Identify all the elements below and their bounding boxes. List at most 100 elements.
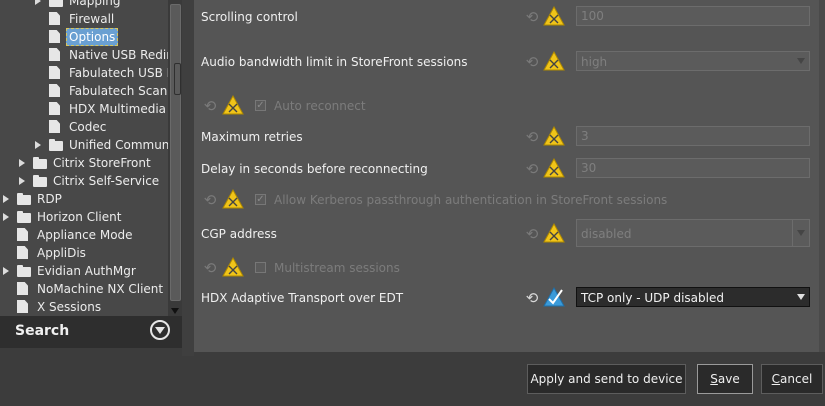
folder-icon	[17, 192, 31, 206]
expand-arrow-icon[interactable]	[35, 141, 41, 149]
tree-item-label: Citrix StoreFront	[53, 156, 151, 170]
reset-icon: ⟲	[203, 97, 217, 115]
tree-item-label: X Sessions	[37, 300, 102, 314]
tree-item[interactable]: Fabulatech USB R	[0, 64, 168, 82]
kerberos-checkbox[interactable]: ✓	[255, 194, 266, 205]
setting-multistream: ⟲ Multistream sessions	[194, 256, 825, 280]
auto-reconnect-label: Auto reconnect	[274, 99, 366, 113]
tree-item[interactable]: Citrix Self-Service	[0, 172, 168, 190]
folder-icon	[33, 174, 47, 188]
expand-arrow-icon[interactable]	[3, 213, 9, 221]
save-label: ave	[717, 372, 740, 386]
tree-item[interactable]: Citrix StoreFront	[0, 154, 168, 172]
tree-item[interactable]: Horizon Client	[0, 208, 168, 226]
warning-icon	[543, 126, 565, 146]
expand-arrow-icon[interactable]	[19, 159, 25, 167]
tree-item-label: Appliance Mode	[37, 228, 133, 242]
tree-item[interactable]: HDX Multimedia	[0, 100, 168, 118]
folder-icon	[33, 156, 47, 170]
page-icon	[17, 282, 28, 295]
search-bar[interactable]: Search	[0, 316, 182, 348]
tree-scrollbar[interactable]	[168, 0, 182, 316]
tree-item[interactable]: Native USB Redire	[0, 46, 168, 64]
warning-icon	[543, 158, 565, 178]
page-icon	[17, 246, 28, 259]
cancel-label: ancel	[780, 372, 813, 386]
tree-item[interactable]: X Sessions	[0, 298, 168, 316]
warning-icon	[543, 6, 565, 26]
multistream-checkbox[interactable]	[255, 262, 266, 273]
cancel-button[interactable]: Cancel	[761, 364, 823, 394]
audio-bandwidth-value: high	[581, 55, 608, 69]
settings-tree-panel: Mapping Firewall Options Native USB Redire F…	[0, 0, 182, 316]
tree-item-label: Horizon Client	[37, 210, 122, 224]
folder-icon	[49, 138, 63, 152]
save-button[interactable]: Save	[697, 364, 753, 394]
kerberos-label: Allow Kerberos passthrough authenticatio…	[274, 193, 668, 207]
tree-item-label: Native USB Redire	[69, 48, 168, 62]
page-icon	[49, 120, 60, 133]
page-icon	[49, 48, 60, 61]
cancel-mnemonic: C	[771, 372, 781, 386]
expand-arrow-icon[interactable]	[35, 0, 41, 5]
page-icon	[17, 228, 28, 241]
setting-kerberos-passthrough: ⟲ ✓ Allow Kerberos passthrough authentic…	[194, 188, 825, 212]
setting-audio-bandwidth: Audio bandwidth limit in StoreFront sess…	[194, 50, 825, 74]
tree-item-label: Mapping	[69, 0, 121, 8]
tree-item-label: Codec	[69, 120, 107, 134]
reset-icon[interactable]: ⟲	[524, 290, 540, 306]
tree-item-label: Options	[66, 28, 119, 46]
reconnect-delay-label: Delay in seconds before reconnecting	[201, 162, 428, 176]
tree-item[interactable]: NoMachine NX Client	[0, 280, 168, 298]
tree-item[interactable]: Unified Communi	[0, 136, 168, 154]
tree-item-label: Evidian AuthMgr	[37, 264, 136, 278]
max-retries-label: Maximum retries	[201, 130, 303, 144]
tree-item-label: AppliDis	[37, 246, 86, 260]
auto-reconnect-checkbox[interactable]: ✓	[255, 100, 266, 111]
tree-item[interactable]: Fabulatech Scann	[0, 82, 168, 100]
audio-bandwidth-select[interactable]: high	[576, 51, 810, 71]
tree-item-label: Firewall	[69, 12, 115, 26]
reset-icon: ⟲	[525, 128, 539, 146]
chevron-down-icon[interactable]	[150, 320, 170, 340]
page-icon	[49, 66, 60, 79]
scrolling-control-label: Scrolling control	[201, 10, 298, 24]
max-retries-input[interactable]: 3	[576, 126, 810, 146]
tree-item[interactable]: Firewall	[0, 10, 168, 28]
reconnect-delay-input[interactable]: 30	[576, 158, 810, 178]
tree-item[interactable]: AppliDis	[0, 244, 168, 262]
apply-and-send-button[interactable]: Apply and send to device	[527, 364, 686, 394]
reset-icon: ⟲	[203, 191, 217, 209]
hdx-transport-select[interactable]: TCP only - UDP disabled	[576, 287, 810, 307]
tree-item[interactable]: Evidian AuthMgr	[0, 262, 168, 280]
tree-item-label: RDP	[37, 192, 62, 206]
setting-scrolling-control: Scrolling control ⟲ 100	[194, 5, 825, 29]
multistream-label: Multistream sessions	[274, 261, 400, 275]
panel-divider[interactable]	[182, 0, 194, 356]
tree-item-label: Citrix Self-Service	[53, 174, 160, 188]
expand-arrow-icon[interactable]	[3, 267, 9, 275]
search-label: Search	[15, 323, 70, 339]
settings-panel: Scrolling control ⟲ 100 Audio bandwidth …	[194, 0, 825, 352]
hdx-transport-value: TCP only - UDP disabled	[581, 291, 724, 305]
tree-item[interactable]: RDP	[0, 190, 168, 208]
save-mnemonic: S	[710, 372, 718, 386]
tree-item[interactable]: Appliance Mode	[0, 226, 168, 244]
checkmark-icon	[543, 287, 565, 307]
warning-icon	[543, 51, 565, 71]
settings-scrollbar[interactable]	[819, 0, 825, 352]
tree-item-label: Fabulatech Scann	[69, 84, 168, 98]
scroll-down-icon[interactable]	[171, 308, 179, 314]
warning-icon	[222, 95, 244, 115]
expand-arrow-icon[interactable]	[3, 195, 9, 203]
tree-item[interactable]: Options	[0, 28, 168, 46]
cgp-address-combo[interactable]: disabled	[576, 219, 810, 247]
tree-item[interactable]: Mapping	[0, 0, 168, 10]
tree-scrollbar-thumb[interactable]	[170, 4, 181, 301]
setting-hdx-transport: HDX Adaptive Transport over EDT ⟲ TCP on…	[194, 286, 825, 310]
scrolling-control-input[interactable]: 100	[576, 6, 810, 26]
reset-icon: ⟲	[525, 8, 539, 26]
expand-arrow-icon[interactable]	[19, 177, 25, 185]
tree-item[interactable]: Codec	[0, 118, 168, 136]
chevron-down-icon	[797, 294, 805, 300]
